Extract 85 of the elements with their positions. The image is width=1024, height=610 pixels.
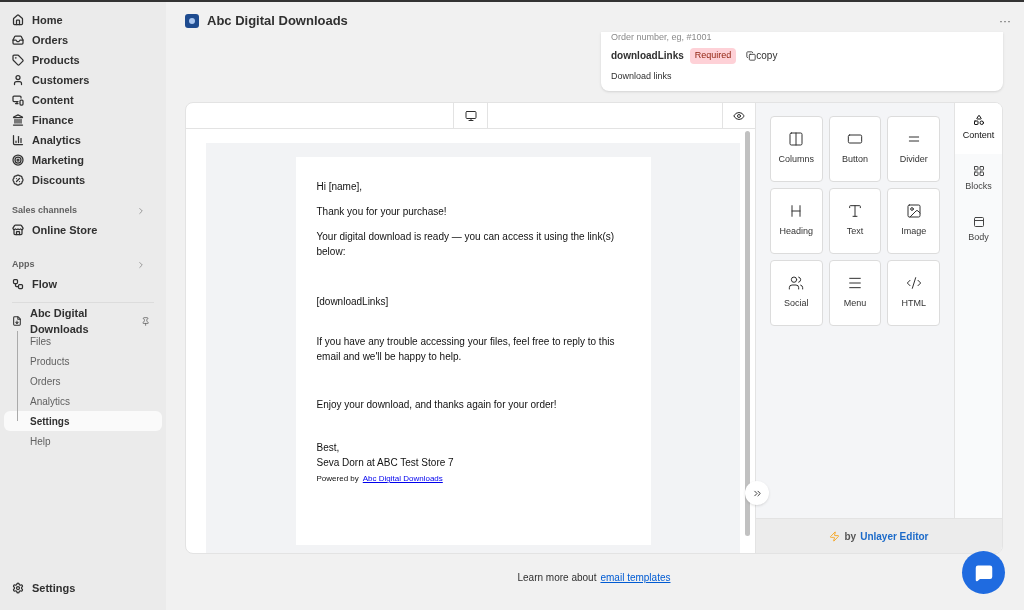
chat-icon xyxy=(974,563,993,582)
nav-item[interactable]: Settings xyxy=(0,578,166,598)
sub-nav-item[interactable]: Settings xyxy=(4,411,162,431)
section-heading: Apps xyxy=(12,258,35,272)
sub-nav-item[interactable]: Orders xyxy=(4,371,162,391)
email-signature: Seva Dorn at ABC Test Store 7 xyxy=(316,456,455,470)
download-file-icon xyxy=(12,315,22,327)
tool-tile[interactable]: Menu xyxy=(828,260,882,326)
nav-item[interactable]: Orders xyxy=(0,30,166,50)
tag-icon xyxy=(12,54,24,66)
app-logo-icon xyxy=(185,14,199,28)
email-signoff: Best, xyxy=(316,441,341,455)
grid-icon xyxy=(972,165,985,178)
badge-icon xyxy=(12,174,24,186)
email-paragraph: Your digital download is ready — you can access it using the link(s) below: xyxy=(316,230,616,259)
text-icon xyxy=(847,203,863,220)
chat-button[interactable] xyxy=(962,551,1005,594)
sub-nav-item[interactable]: Help xyxy=(4,431,162,451)
branding-link[interactable]: Unlayer Editor xyxy=(860,528,929,544)
nav-item[interactable]: Customers xyxy=(0,70,166,90)
footer-text: Learn more about xyxy=(517,571,597,585)
variable-description: Download links xyxy=(611,69,673,83)
email-paragraph: [downloadLinks] xyxy=(316,295,390,309)
tool-tile[interactable]: Image xyxy=(887,188,940,254)
monitor-icon xyxy=(12,94,24,106)
sub-nav-item[interactable]: Analytics xyxy=(4,391,162,411)
nav-item[interactable]: Finance xyxy=(0,110,166,130)
copy-button[interactable]: copy xyxy=(746,48,778,64)
nav-item[interactable]: Products xyxy=(0,50,166,70)
tool-tile[interactable]: Social xyxy=(770,260,823,326)
tool-tile[interactable]: Heading xyxy=(770,188,823,254)
email-templates-link[interactable]: email templates xyxy=(600,570,671,585)
image-icon xyxy=(905,203,922,220)
eye-icon xyxy=(733,109,745,122)
nav-item[interactable]: Online Store xyxy=(0,220,166,240)
variable-name: downloadLinks xyxy=(611,49,684,64)
tool-tile[interactable]: Divider xyxy=(887,116,940,182)
email-paragraph: Enjoy your download, and thanks again for your order! xyxy=(316,398,558,412)
sub-nav-item[interactable]: Products xyxy=(4,351,162,371)
chevron-icon[interactable] xyxy=(136,260,146,270)
monitor-icon xyxy=(464,109,477,122)
powered-by-link[interactable]: Abc Digital Downloads xyxy=(362,473,443,485)
columns-icon xyxy=(788,131,805,148)
bar-chart-icon xyxy=(12,134,24,146)
bank-icon xyxy=(12,114,24,126)
section-heading: Sales channels xyxy=(12,204,78,218)
layout-icon xyxy=(972,216,985,229)
more-button[interactable]: ··· xyxy=(999,15,1011,27)
target-icon xyxy=(12,154,24,166)
lightning-icon xyxy=(829,530,841,542)
code-icon xyxy=(905,275,922,292)
nav-item[interactable]: Flow xyxy=(0,274,166,294)
powered-by-text: Powered by xyxy=(316,473,359,485)
panel-tab[interactable]: Content xyxy=(955,103,1002,154)
required-badge: Required xyxy=(689,48,737,64)
email-paragraph: If you have any trouble accessing your files, feel free to reply to this email and we'll be happy to help. xyxy=(316,335,616,364)
copy-icon xyxy=(746,50,757,61)
pin-icon[interactable] xyxy=(140,315,150,327)
settings-icon xyxy=(12,582,24,594)
scrollbar[interactable] xyxy=(745,131,750,536)
store-icon xyxy=(12,224,24,236)
nav-item[interactable]: Discounts xyxy=(0,170,166,190)
panel-tab[interactable]: Body xyxy=(955,205,1002,256)
email-paragraph: Thank you for your purchase! xyxy=(316,205,448,219)
home-icon xyxy=(12,14,24,26)
person-icon xyxy=(12,74,24,86)
chevron-icon[interactable] xyxy=(136,206,146,216)
tool-tile[interactable]: Button xyxy=(828,116,882,182)
flow-icon xyxy=(12,278,24,290)
tool-tile[interactable]: Text xyxy=(828,188,882,254)
nav-item[interactable]: Analytics xyxy=(0,130,166,150)
email-paragraph: Hi [name], xyxy=(316,180,364,194)
nav-item[interactable]: Home xyxy=(0,10,166,30)
tool-tile[interactable]: HTML xyxy=(887,260,940,326)
nav-item[interactable]: Abc Digital Downloads xyxy=(0,311,141,331)
tool-tile[interactable]: Columns xyxy=(770,116,823,182)
branding-prefix: by xyxy=(844,529,857,544)
inbox-icon xyxy=(12,34,24,46)
hint-text: Order number, eg, #1001 xyxy=(611,33,713,42)
nav-item[interactable]: Content xyxy=(0,90,166,110)
shapes-icon xyxy=(972,114,985,127)
page-title: Abc Digital Downloads xyxy=(207,12,348,31)
nav-item[interactable]: Marketing xyxy=(0,150,166,170)
people-icon xyxy=(788,275,805,292)
panel-tab[interactable]: Blocks xyxy=(955,154,1002,205)
